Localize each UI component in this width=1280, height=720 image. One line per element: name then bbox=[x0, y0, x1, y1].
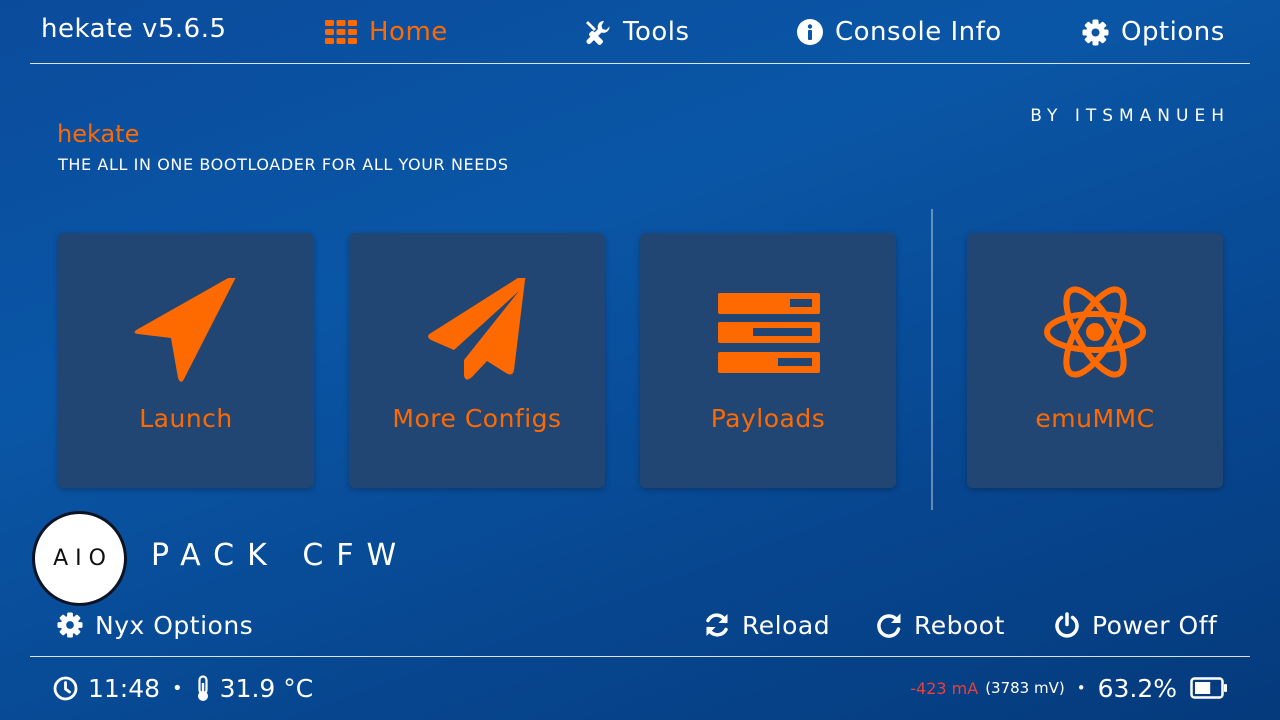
reload-label: Reload bbox=[742, 610, 831, 640]
payloads-label: Payloads bbox=[710, 404, 826, 433]
tab-home[interactable]: Home bbox=[325, 14, 448, 50]
thermometer-icon bbox=[197, 674, 208, 701]
atom-icon bbox=[1044, 286, 1146, 378]
tab-console-info[interactable]: Console Info bbox=[797, 14, 1002, 50]
reboot-button[interactable]: Reboot bbox=[876, 607, 1005, 643]
tools-icon bbox=[586, 20, 610, 45]
tab-tools[interactable]: Tools bbox=[584, 14, 690, 50]
aio-logo: AIO bbox=[32, 511, 127, 606]
temperature-value: 31.9 °C bbox=[219, 673, 314, 703]
aio-logo-text: AIO bbox=[53, 546, 113, 571]
status-separator: • bbox=[1076, 679, 1086, 697]
power-off-button[interactable]: Power Off bbox=[1054, 607, 1217, 643]
tab-options[interactable]: Options bbox=[1082, 14, 1225, 50]
status-separator: • bbox=[172, 677, 183, 699]
clock-icon bbox=[53, 676, 78, 700]
emummc-button[interactable]: emuMMC bbox=[967, 233, 1223, 488]
app-tagline: THE ALL IN ONE BOOTLOADER FOR ALL YOUR N… bbox=[58, 155, 509, 174]
launch-label: Launch bbox=[139, 404, 233, 433]
gear-icon bbox=[57, 612, 83, 638]
tile-divider bbox=[931, 209, 933, 510]
launch-button[interactable]: Launch bbox=[58, 233, 314, 488]
grid-icon bbox=[325, 20, 357, 44]
payloads-button[interactable]: Payloads bbox=[640, 233, 896, 488]
reload-button[interactable]: Reload bbox=[704, 607, 830, 643]
status-left: 11:48 • 31.9 °C bbox=[53, 671, 313, 705]
more-configs-label: More Configs bbox=[392, 404, 562, 433]
navigation-arrow-icon bbox=[134, 278, 236, 382]
paper-plane-icon bbox=[428, 278, 526, 380]
more-configs-button[interactable]: More Configs bbox=[349, 233, 605, 488]
app-version-title: hekate v5.6.5 bbox=[41, 14, 227, 44]
server-stack-icon bbox=[718, 293, 820, 373]
reboot-label: Reboot bbox=[914, 610, 1005, 640]
battery-percent: 63.2% bbox=[1097, 673, 1177, 703]
tab-tools-label: Tools bbox=[623, 17, 690, 47]
battery-voltage: (3783 mV) bbox=[985, 679, 1065, 697]
nyx-options-button[interactable]: Nyx Options bbox=[57, 607, 253, 643]
refresh-icon bbox=[706, 613, 728, 637]
info-icon bbox=[797, 19, 823, 45]
status-right: -423 mA (3783 mV) • 63.2% bbox=[910, 671, 1228, 705]
power-icon bbox=[1055, 612, 1079, 638]
status-divider bbox=[30, 656, 1250, 657]
tab-options-label: Options bbox=[1121, 17, 1225, 47]
emummc-label: emuMMC bbox=[1035, 404, 1155, 433]
tab-console-info-label: Console Info bbox=[835, 17, 1002, 47]
power-off-label: Power Off bbox=[1092, 610, 1218, 640]
battery-icon bbox=[1190, 677, 1227, 699]
pack-title: PACK CFW bbox=[151, 538, 410, 573]
app-name: hekate bbox=[57, 120, 140, 148]
tab-home-label: Home bbox=[369, 17, 448, 47]
header-divider bbox=[30, 63, 1250, 64]
author-credit: BY ITSMANUEH bbox=[1030, 106, 1230, 126]
nyx-options-label: Nyx Options bbox=[95, 610, 254, 640]
gear-icon bbox=[1082, 19, 1109, 45]
battery-current: -423 mA bbox=[910, 678, 979, 698]
clock-time: 11:48 bbox=[88, 673, 161, 703]
redo-icon bbox=[877, 613, 901, 638]
